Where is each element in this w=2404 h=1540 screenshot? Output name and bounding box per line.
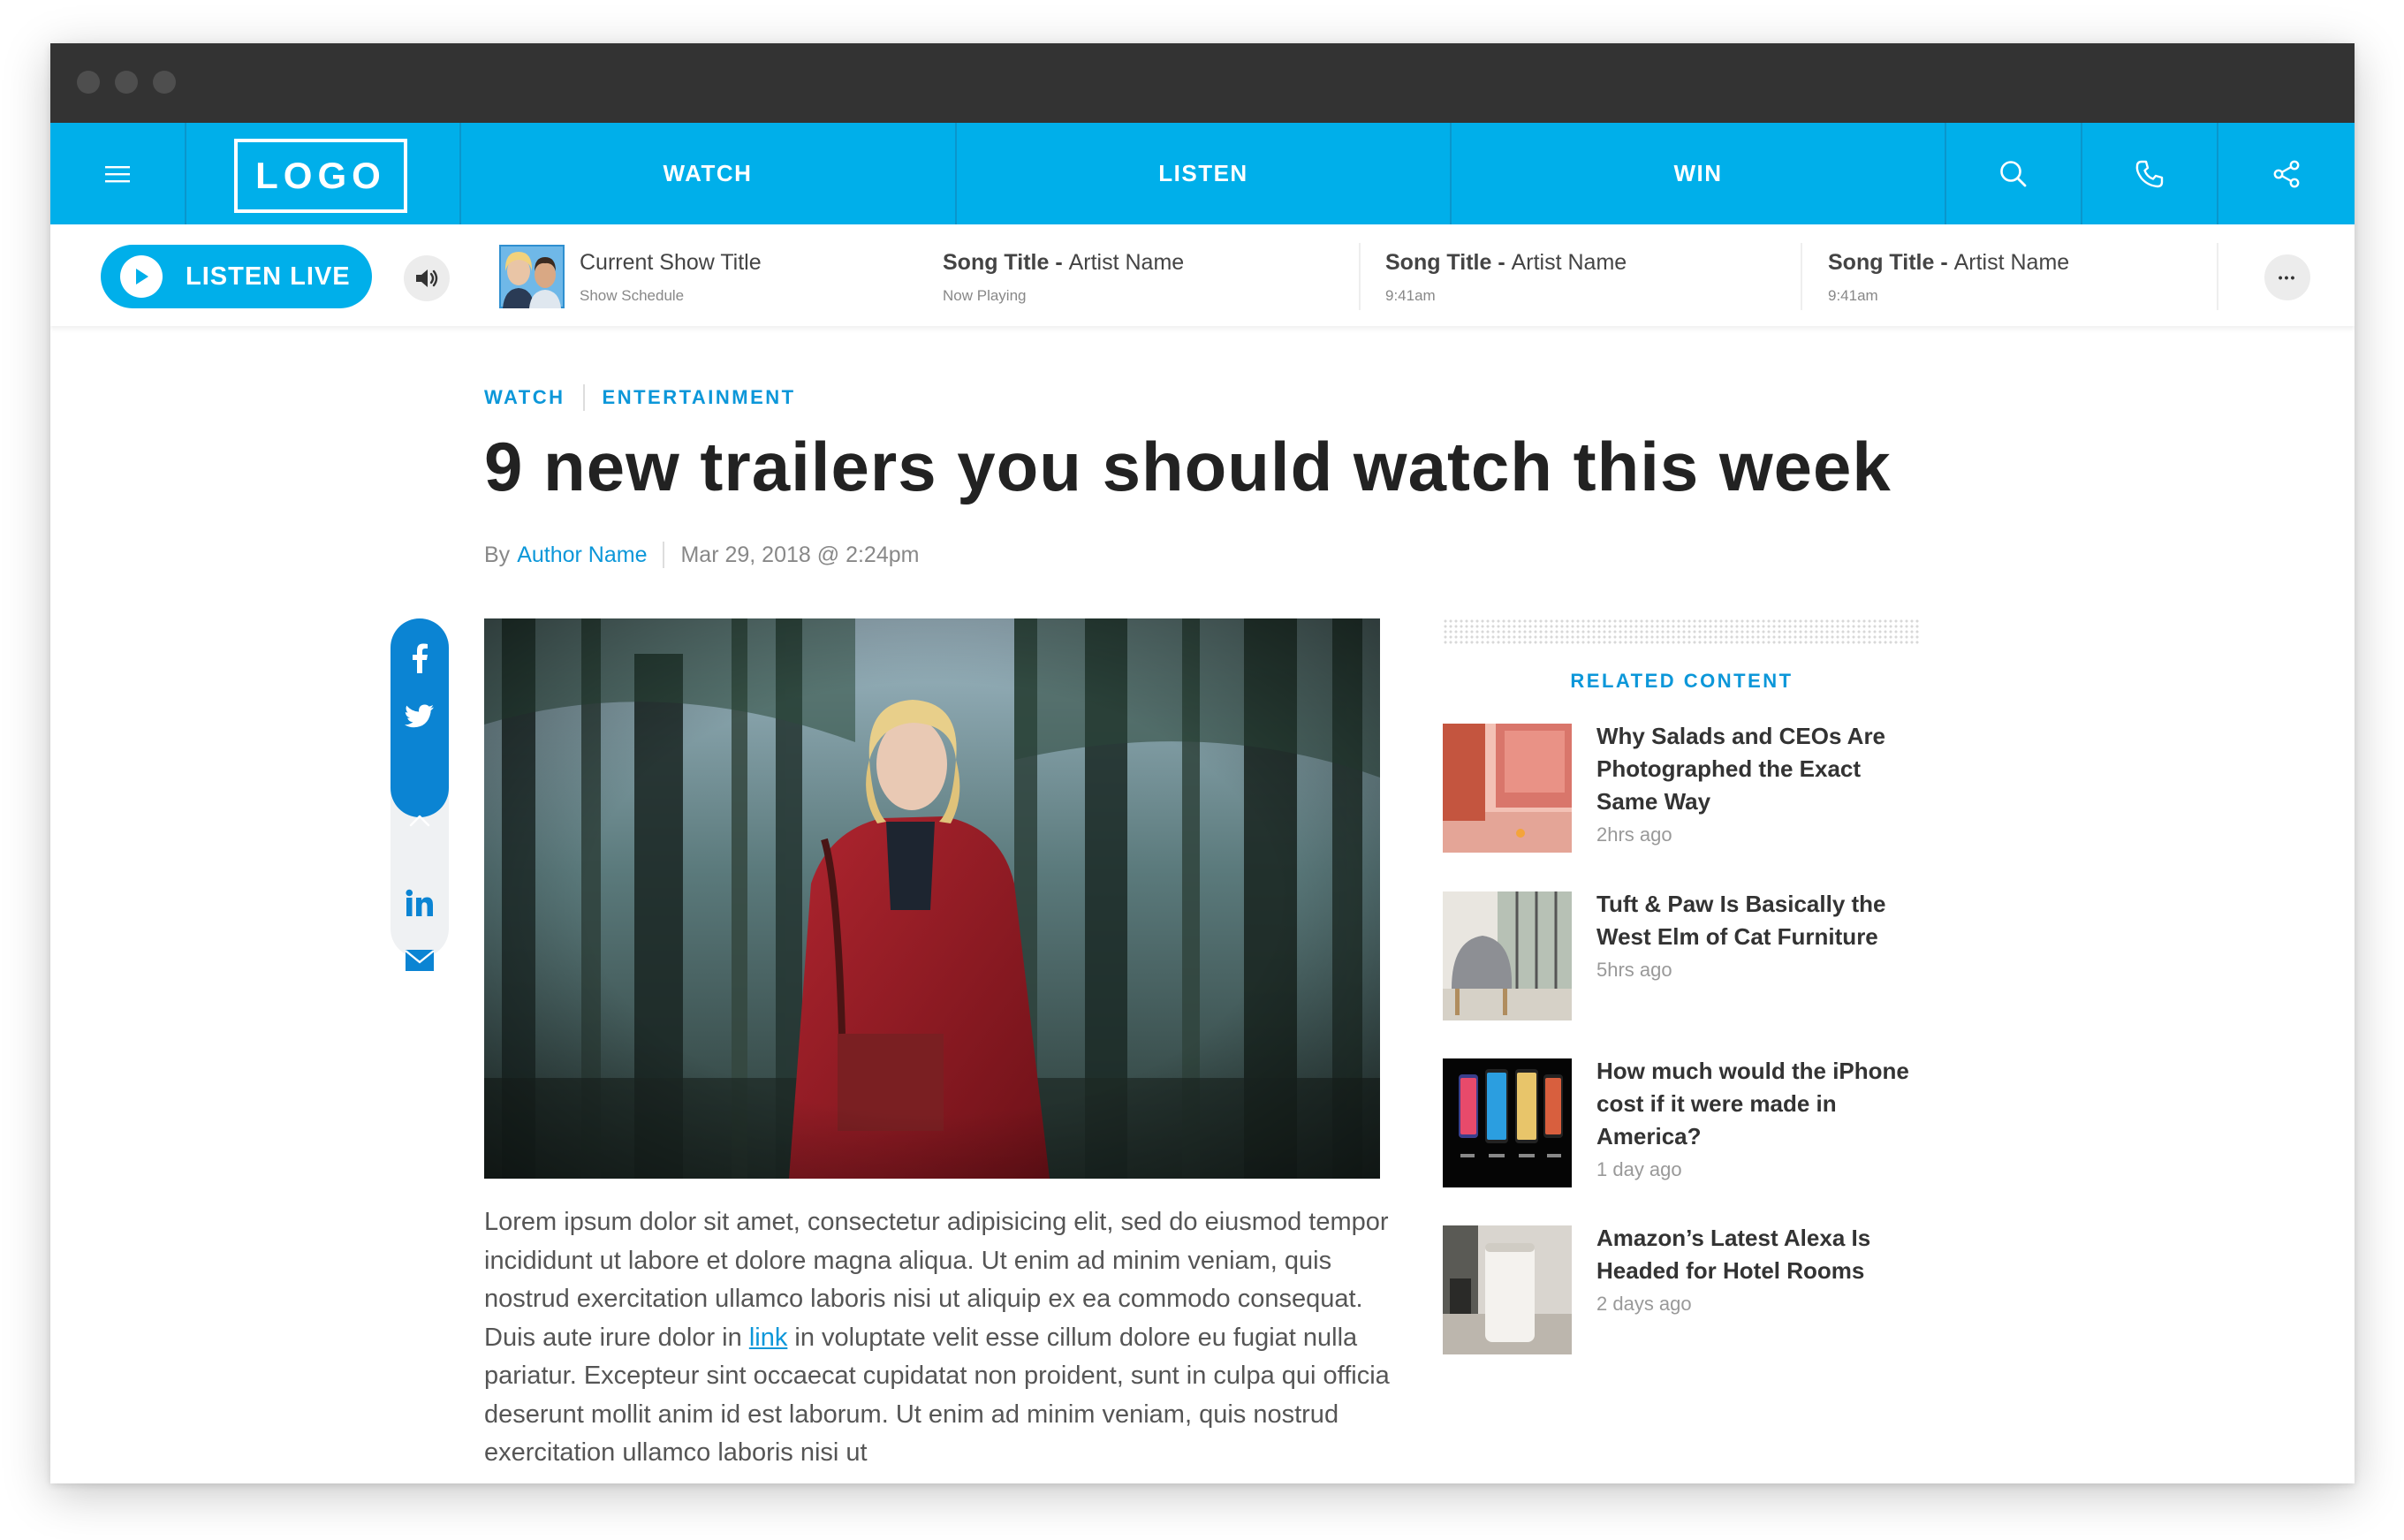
track-item[interactable]: Song Title - Artist Name [943, 250, 1184, 276]
related-divider-pattern [1443, 618, 1921, 645]
related-item-title[interactable]: Tuft & Paw Is Basically the West Elm of … [1596, 888, 1923, 953]
top-navbar: LOGO WATCH LISTEN WIN [50, 123, 2355, 224]
menu-button[interactable] [50, 123, 185, 224]
nav-link-win[interactable]: WIN [1452, 123, 1945, 224]
author-link[interactable]: Author Name [517, 542, 647, 568]
track-status: Now Playing [943, 287, 1027, 304]
hamburger-icon [105, 165, 130, 182]
track-status: 9:41am [1385, 287, 1436, 304]
nav-link-label: LISTEN [1158, 160, 1248, 186]
track-artist: Artist Name [1953, 250, 2070, 275]
phone-icon [2135, 160, 2164, 187]
show-title[interactable]: Current Show Title [580, 250, 762, 276]
related-item-time: 5hrs ago [1596, 959, 1672, 981]
track-song-title: Song Title [943, 250, 1050, 275]
breadcrumb-watch[interactable]: WATCH [484, 386, 565, 409]
nav-link-watch[interactable]: WATCH [461, 123, 954, 224]
twitter-icon[interactable] [402, 699, 437, 734]
ellipsis-icon: ••• [2278, 270, 2297, 284]
search-icon [2000, 160, 2027, 186]
nav-link-label: WIN [1673, 160, 1723, 186]
browser-window: LOGO WATCH LISTEN WIN LISTEN LIVE Curren… [50, 43, 2355, 1483]
play-icon [120, 255, 163, 298]
window-titlebar [50, 43, 2355, 123]
track-status: 9:41am [1828, 287, 1878, 304]
chevron-up-icon[interactable] [402, 803, 437, 838]
share-button[interactable] [2218, 123, 2355, 224]
related-thumbnail[interactable] [1443, 1058, 1572, 1187]
track-artist: Artist Name [1068, 250, 1185, 275]
nav-link-listen[interactable]: LISTEN [957, 123, 1450, 224]
search-button[interactable] [1946, 123, 2081, 224]
related-thumbnail[interactable] [1443, 1225, 1572, 1354]
track-song-title: Song Title [1828, 250, 1935, 275]
facebook-icon[interactable] [402, 641, 437, 676]
byline-prefix: By [484, 542, 511, 567]
related-item-title[interactable]: Amazon’s Latest Alexa Is Headed for Hote… [1596, 1222, 1923, 1287]
linkedin-icon[interactable] [402, 885, 437, 921]
publish-date: Mar 29, 2018 @ 2:24pm [680, 542, 920, 567]
more-options-button[interactable]: ••• [2264, 254, 2310, 300]
mail-icon[interactable] [402, 943, 437, 978]
related-item-title[interactable]: Why Salads and CEOs Are Photographed the… [1596, 720, 1923, 818]
breadcrumb: WATCH ENTERTAINMENT [484, 384, 796, 411]
related-content-heading: RELATED CONTENT [1570, 670, 1794, 692]
zoom-dot[interactable] [153, 71, 176, 94]
breadcrumb-entertainment[interactable]: ENTERTAINMENT [603, 386, 796, 409]
related-item-time: 2 days ago [1596, 1293, 1692, 1315]
track-artist: Artist Name [1511, 250, 1627, 275]
show-schedule-link[interactable]: Show Schedule [580, 287, 684, 305]
track-song-title: Song Title [1385, 250, 1492, 275]
share-icon [2273, 160, 2300, 187]
article-body: Lorem ipsum dolor sit amet, consectetur … [484, 1203, 1394, 1473]
close-dot[interactable] [77, 71, 100, 94]
related-thumbnail[interactable] [1443, 891, 1572, 1020]
inline-link[interactable]: link [749, 1324, 788, 1352]
listen-live-button[interactable]: LISTEN LIVE [101, 245, 372, 308]
article-hero-image [484, 618, 1380, 1179]
site-logo[interactable]: LOGO [234, 139, 407, 213]
minimize-dot[interactable] [115, 71, 138, 94]
track-item[interactable]: Song Title - Artist Name [1385, 250, 1627, 276]
speaker-icon [416, 269, 438, 287]
related-thumbnail[interactable] [1443, 724, 1572, 853]
listen-live-label: LISTEN LIVE [186, 262, 351, 291]
related-item-time: 2hrs ago [1596, 823, 1672, 846]
related-item-time: 1 day ago [1596, 1158, 1682, 1180]
article-headline: 9 new trailers you should watch this wee… [484, 428, 1892, 505]
nav-link-label: WATCH [663, 160, 753, 186]
show-hosts-thumbnail[interactable] [499, 245, 565, 308]
call-button[interactable] [2082, 123, 2217, 224]
volume-button[interactable] [404, 255, 450, 301]
related-item-title[interactable]: How much would the iPhone cost if it wer… [1596, 1055, 1923, 1153]
track-item[interactable]: Song Title - Artist Name [1828, 250, 2069, 276]
article-byline: By Author Name Mar 29, 2018 @ 2:24pm [484, 542, 919, 568]
